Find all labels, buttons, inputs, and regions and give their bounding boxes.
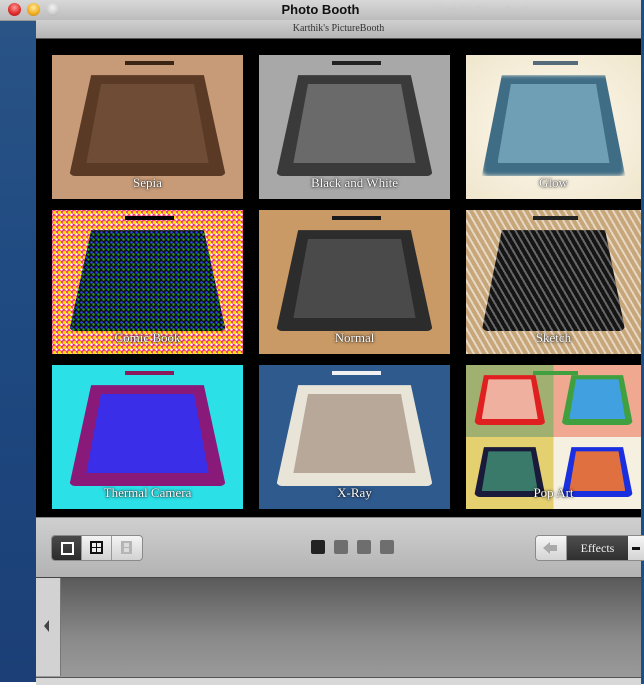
effects-page-indicator bbox=[311, 540, 394, 554]
ipad-screen bbox=[481, 379, 538, 419]
next-effects-button[interactable] bbox=[628, 536, 644, 560]
effect-tile-black-and-white[interactable]: Black and White bbox=[259, 55, 450, 199]
pop-art-quadrant bbox=[554, 365, 642, 437]
effects-grid: Sepia Black and White Glow Comic Book Normal… bbox=[36, 39, 641, 517]
effect-label: Black and White bbox=[310, 175, 399, 190]
effect-tile-comic-book[interactable]: Comic Book bbox=[52, 210, 243, 354]
effect-label: Pop Art bbox=[533, 485, 574, 500]
background-object bbox=[124, 215, 175, 221]
page-dot-2[interactable] bbox=[334, 540, 348, 554]
effect-label: Sepia bbox=[133, 175, 162, 190]
ipad-screen bbox=[497, 83, 610, 163]
ghost-window-title: Karthik's Picture Booth bbox=[436, 5, 531, 16]
ipad-screen bbox=[86, 83, 209, 163]
effect-tile-sepia[interactable]: Sepia bbox=[52, 55, 243, 199]
effect-tile-thermal-camera[interactable]: Thermal Camera bbox=[52, 365, 243, 509]
filmstrip-scroll-left-button[interactable] bbox=[36, 578, 61, 676]
effects-control: Effects bbox=[535, 535, 644, 561]
effect-tile-glow[interactable]: Glow bbox=[466, 55, 641, 199]
ipad-screen bbox=[86, 393, 209, 473]
ipad-screen bbox=[293, 393, 416, 473]
filmstrip-icon bbox=[121, 541, 132, 554]
grid-view-button[interactable] bbox=[82, 536, 112, 560]
effect-tile-x-ray[interactable]: X-Ray bbox=[259, 365, 450, 509]
back-arrow-tail bbox=[549, 545, 557, 551]
grid-icon bbox=[90, 541, 103, 554]
bottom-toolbar: Effects bbox=[36, 517, 644, 577]
effect-label: Glow bbox=[539, 175, 568, 190]
chevron-left-icon bbox=[44, 620, 49, 632]
background-object bbox=[532, 215, 578, 221]
view-mode-segmented-control bbox=[51, 535, 143, 561]
window-title: Photo Booth bbox=[281, 2, 360, 17]
effect-tile-pop-art[interactable]: Pop Art bbox=[466, 365, 641, 509]
pop-art-quadrant bbox=[466, 365, 554, 437]
effect-tile-normal[interactable]: Normal bbox=[259, 210, 450, 354]
ipad-screen bbox=[293, 238, 416, 318]
single-view-button[interactable] bbox=[52, 536, 82, 560]
effect-tile-sketch[interactable]: Sketch bbox=[466, 210, 641, 354]
effect-label: Comic Book bbox=[114, 330, 181, 345]
background-object bbox=[124, 370, 175, 376]
desktop-background bbox=[0, 20, 36, 682]
effects-button[interactable]: Effects bbox=[566, 536, 629, 560]
page-dot-4[interactable] bbox=[380, 540, 394, 554]
page-dot-1[interactable] bbox=[311, 540, 325, 554]
minus-icon bbox=[632, 547, 641, 550]
subtitle-bar: Karthik's PictureBooth bbox=[36, 20, 641, 39]
effect-label: X-Ray bbox=[337, 485, 372, 500]
page-dot-3[interactable] bbox=[357, 540, 371, 554]
photo-filmstrip[interactable] bbox=[36, 577, 641, 678]
background-object bbox=[331, 370, 382, 376]
background-object bbox=[532, 60, 578, 66]
ipad-image bbox=[69, 230, 226, 331]
background-object bbox=[331, 60, 382, 66]
ipad-screen bbox=[293, 83, 416, 163]
effect-label: Thermal Camera bbox=[103, 485, 192, 500]
effect-label: Sketch bbox=[535, 330, 572, 345]
filmstrip-view-button[interactable] bbox=[112, 536, 142, 560]
effect-label: Normal bbox=[334, 330, 375, 345]
title-bar[interactable]: Photo Booth Karthik's Picture Booth bbox=[0, 0, 641, 21]
ipad-screen bbox=[569, 379, 626, 419]
background-object bbox=[331, 215, 382, 221]
single-photo-icon bbox=[61, 542, 74, 555]
ipad-image bbox=[481, 230, 626, 331]
previous-effects-button[interactable] bbox=[536, 536, 567, 560]
background-object bbox=[124, 60, 175, 66]
